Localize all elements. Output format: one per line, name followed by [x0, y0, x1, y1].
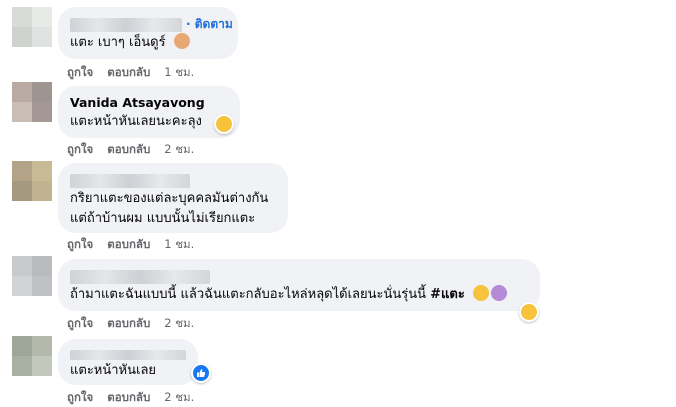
comment-actions: ถูกใจ ตอบกลับ 1 ชม.: [67, 236, 194, 254]
blurred-author-name: [70, 269, 210, 284]
hashtag-link[interactable]: #แตะ: [430, 287, 465, 302]
comment-author[interactable]: [70, 171, 276, 189]
like-button[interactable]: ถูกใจ: [67, 142, 93, 156]
comment-time[interactable]: 2 ชม.: [164, 390, 194, 404]
reply-button[interactable]: ตอบกลับ: [107, 237, 150, 251]
comment-actions: ถูกใจ ตอบกลับ 2 ชม.: [67, 389, 194, 407]
comment-bubble: · ติดตาม แตะ เบาๆ เอ็นดูร์: [58, 7, 238, 59]
comment-actions: ถูกใจ ตอบกลับ 1 ชม.: [67, 64, 194, 82]
person-shrugging-emoji: [173, 33, 190, 49]
avatar[interactable]: [12, 82, 52, 122]
comment-text-line-1: กริยาแตะของแต่ละบุคคลมันต่างกัน: [70, 191, 269, 206]
comment-text: แตะหน้าหันเลยนะคะลุง: [70, 114, 202, 129]
blurred-author-name: [70, 349, 186, 360]
comment-time[interactable]: 2 ชม.: [164, 142, 194, 156]
comment-author[interactable]: · ติดตาม: [70, 15, 233, 33]
like-button[interactable]: ถูกใจ: [67, 237, 93, 251]
comment-bubble: ถ้ามาแตะฉันแบบนี้ แล้วฉันแตะกลับอะไหล่หล…: [58, 259, 540, 311]
comment-time[interactable]: 2 ชม.: [164, 316, 194, 330]
comment-text: แตะหน้าหันเลย: [70, 363, 157, 378]
reply-button[interactable]: ตอบกลับ: [107, 390, 150, 404]
comment-time[interactable]: 1 ชม.: [164, 237, 194, 251]
like-button[interactable]: ถูกใจ: [67, 316, 93, 330]
comment-author[interactable]: Vanida Atsayavong: [70, 94, 228, 112]
comment-bubble: Vanida Atsayavong แตะหน้าหันเลยนะคะลุง: [58, 86, 240, 138]
comment-text-row: ถ้ามาแตะฉันแบบนี้ แล้วฉันแตะกลับอะไหล่หล…: [70, 285, 528, 305]
comment-text-row: แตะ เบาๆ เอ็นดูร์: [70, 33, 226, 53]
like-reaction-icon[interactable]: [191, 363, 211, 383]
comment-time[interactable]: 1 ชม.: [164, 65, 194, 79]
comment-text: ถ้ามาแตะฉันแบบนี้ แล้วฉันแตะกลับอะไหล่หล…: [70, 287, 427, 302]
reply-button[interactable]: ตอบกลับ: [107, 65, 150, 79]
reply-button[interactable]: ตอบกลับ: [107, 142, 150, 156]
comment-bubble: กริยาแตะของแต่ละบุคคลมันต่างกัน แต่ถ้าบ้…: [58, 163, 288, 233]
like-button[interactable]: ถูกใจ: [67, 65, 93, 79]
like-button[interactable]: ถูกใจ: [67, 390, 93, 404]
blurred-author-name: [70, 17, 182, 32]
comment-text: แตะ เบาๆ เอ็นดูร์: [70, 35, 166, 50]
blurred-author-name: [70, 173, 190, 188]
woman-gesturing-emoji: [491, 285, 507, 301]
avatar[interactable]: [12, 161, 52, 201]
avatar[interactable]: [12, 336, 52, 376]
avatar[interactable]: [12, 256, 52, 296]
rolling-eyes-emoji: [473, 285, 489, 301]
comment-author[interactable]: [70, 347, 186, 361]
follow-link[interactable]: · ติดตาม: [186, 17, 233, 31]
comment-author[interactable]: [70, 267, 528, 285]
laughing-emoji[interactable]: [519, 302, 539, 322]
laughing-emoji[interactable]: [214, 114, 234, 134]
comment-text-line-2: แต่ถ้าบ้านผม แบบนั้นไม่เรียกแตะ: [70, 211, 256, 226]
avatar[interactable]: [12, 7, 52, 47]
reply-button[interactable]: ตอบกลับ: [107, 316, 150, 330]
comment-actions: ถูกใจ ตอบกลับ 2 ชม.: [67, 141, 194, 159]
comment-bubble: แตะหน้าหันเลย: [58, 339, 198, 385]
comment-actions: ถูกใจ ตอบกลับ 2 ชม.: [67, 315, 194, 333]
